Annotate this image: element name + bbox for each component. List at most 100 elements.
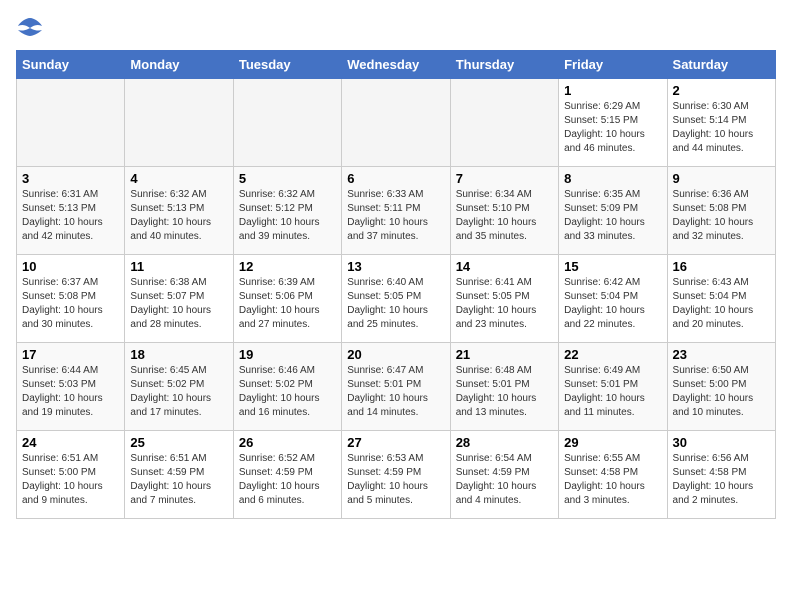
day-number: 21 <box>456 347 553 362</box>
calendar-week-row: 17 Sunrise: 6:44 AM Sunset: 5:03 PM Dayli… <box>17 343 776 431</box>
day-info: Sunrise: 6:56 AM Sunset: 4:58 PM Dayligh… <box>673 452 770 508</box>
calendar-cell: 19 Sunrise: 6:46 AM Sunset: 5:02 PM Dayli… <box>233 343 341 431</box>
column-header-tuesday: Tuesday <box>233 51 341 79</box>
calendar-cell: 12 Sunrise: 6:39 AM Sunset: 5:06 PM Dayli… <box>233 255 341 343</box>
day-info: Sunrise: 6:55 AM Sunset: 4:58 PM Dayligh… <box>564 452 661 508</box>
day-info: Sunrise: 6:43 AM Sunset: 5:04 PM Dayligh… <box>673 276 770 332</box>
day-number: 26 <box>239 435 336 450</box>
column-header-sunday: Sunday <box>17 51 125 79</box>
calendar-cell: 18Sunrise: 6:45 AM Sunset: 5:02 PM Dayli… <box>125 343 233 431</box>
calendar-table: SundayMondayTuesdayWednesdayThursdayFrid… <box>16 50 776 519</box>
calendar-cell: 29Sunrise: 6:55 AM Sunset: 4:58 PM Dayli… <box>559 431 667 519</box>
day-info: Sunrise: 6:42 AM Sunset: 5:04 PM Dayligh… <box>564 276 661 332</box>
day-number: 11 <box>130 259 227 274</box>
day-number: 8 <box>564 171 661 186</box>
calendar-week-row: 3 Sunrise: 6:31 AM Sunset: 5:13 PM Daylig… <box>17 167 776 255</box>
calendar-cell: 26 Sunrise: 6:52 AM Sunset: 4:59 PM Dayli… <box>233 431 341 519</box>
day-number: 15 <box>564 259 661 274</box>
calendar-week-row: 1 Sunrise: 6:29 AM Sunset: 5:15 PM Daylig… <box>17 79 776 167</box>
day-info: Sunrise: 6:35 AM Sunset: 5:09 PM Dayligh… <box>564 188 661 244</box>
header <box>16 16 776 38</box>
day-number: 1 <box>564 83 661 98</box>
day-info: Sunrise: 6:32 AM Sunset: 5:12 PM Dayligh… <box>239 188 336 244</box>
day-info: Sunrise: 6:33 AM Sunset: 5:11 PM Dayligh… <box>347 188 444 244</box>
day-number: 16 <box>673 259 770 274</box>
calendar-cell: 21 Sunrise: 6:48 AM Sunset: 5:01 PM Dayli… <box>450 343 558 431</box>
day-info: Sunrise: 6:46 AM Sunset: 5:02 PM Dayligh… <box>239 364 336 420</box>
day-info: Sunrise: 6:39 AM Sunset: 5:06 PM Dayligh… <box>239 276 336 332</box>
calendar-cell <box>17 79 125 167</box>
calendar-cell: 13 Sunrise: 6:40 AM Sunset: 5:05 PM Dayli… <box>342 255 450 343</box>
day-info: Sunrise: 6:31 AM Sunset: 5:13 PM Dayligh… <box>22 188 119 244</box>
calendar-week-row: 10Sunrise: 6:37 AM Sunset: 5:08 PM Dayli… <box>17 255 776 343</box>
day-info: Sunrise: 6:40 AM Sunset: 5:05 PM Dayligh… <box>347 276 444 332</box>
calendar-cell: 16 Sunrise: 6:43 AM Sunset: 5:04 PM Dayli… <box>667 255 775 343</box>
calendar-cell <box>125 79 233 167</box>
day-info: Sunrise: 6:38 AM Sunset: 5:07 PM Dayligh… <box>130 276 227 332</box>
calendar-cell: 30 Sunrise: 6:56 AM Sunset: 4:58 PM Dayli… <box>667 431 775 519</box>
calendar-cell: 1 Sunrise: 6:29 AM Sunset: 5:15 PM Daylig… <box>559 79 667 167</box>
calendar-cell: 27 Sunrise: 6:53 AM Sunset: 4:59 PM Dayli… <box>342 431 450 519</box>
calendar-cell <box>450 79 558 167</box>
calendar-cell: 5Sunrise: 6:32 AM Sunset: 5:12 PM Daylig… <box>233 167 341 255</box>
column-header-monday: Monday <box>125 51 233 79</box>
calendar-cell: 15 Sunrise: 6:42 AM Sunset: 5:04 PM Dayli… <box>559 255 667 343</box>
calendar-cell: 6 Sunrise: 6:33 AM Sunset: 5:11 PM Daylig… <box>342 167 450 255</box>
day-info: Sunrise: 6:53 AM Sunset: 4:59 PM Dayligh… <box>347 452 444 508</box>
day-number: 3 <box>22 171 119 186</box>
day-number: 7 <box>456 171 553 186</box>
calendar-cell: 24 Sunrise: 6:51 AM Sunset: 5:00 PM Dayli… <box>17 431 125 519</box>
day-info: Sunrise: 6:32 AM Sunset: 5:13 PM Dayligh… <box>130 188 227 244</box>
calendar-cell: 8 Sunrise: 6:35 AM Sunset: 5:09 PM Daylig… <box>559 167 667 255</box>
day-number: 25 <box>130 435 227 450</box>
day-number: 14 <box>456 259 553 274</box>
day-number: 30 <box>673 435 770 450</box>
calendar-cell: 23 Sunrise: 6:50 AM Sunset: 5:00 PM Dayli… <box>667 343 775 431</box>
calendar-header-row: SundayMondayTuesdayWednesdayThursdayFrid… <box>17 51 776 79</box>
day-number: 20 <box>347 347 444 362</box>
calendar-cell: 20 Sunrise: 6:47 AM Sunset: 5:01 PM Dayli… <box>342 343 450 431</box>
column-header-thursday: Thursday <box>450 51 558 79</box>
calendar-cell: 14 Sunrise: 6:41 AM Sunset: 5:05 PM Dayli… <box>450 255 558 343</box>
day-number: 27 <box>347 435 444 450</box>
calendar-cell: 7 Sunrise: 6:34 AM Sunset: 5:10 PM Daylig… <box>450 167 558 255</box>
day-number: 23 <box>673 347 770 362</box>
day-number: 17 <box>22 347 119 362</box>
day-info: Sunrise: 6:51 AM Sunset: 5:00 PM Dayligh… <box>22 452 119 508</box>
calendar-cell: 28 Sunrise: 6:54 AM Sunset: 4:59 PM Dayli… <box>450 431 558 519</box>
day-info: Sunrise: 6:49 AM Sunset: 5:01 PM Dayligh… <box>564 364 661 420</box>
column-header-friday: Friday <box>559 51 667 79</box>
calendar-week-row: 24 Sunrise: 6:51 AM Sunset: 5:00 PM Dayli… <box>17 431 776 519</box>
calendar-body: 1 Sunrise: 6:29 AM Sunset: 5:15 PM Daylig… <box>17 79 776 519</box>
calendar-cell: 22Sunrise: 6:49 AM Sunset: 5:01 PM Dayli… <box>559 343 667 431</box>
day-info: Sunrise: 6:44 AM Sunset: 5:03 PM Dayligh… <box>22 364 119 420</box>
day-number: 4 <box>130 171 227 186</box>
day-number: 10 <box>22 259 119 274</box>
day-info: Sunrise: 6:41 AM Sunset: 5:05 PM Dayligh… <box>456 276 553 332</box>
day-number: 13 <box>347 259 444 274</box>
calendar-cell: 17 Sunrise: 6:44 AM Sunset: 5:03 PM Dayli… <box>17 343 125 431</box>
day-info: Sunrise: 6:36 AM Sunset: 5:08 PM Dayligh… <box>673 188 770 244</box>
day-info: Sunrise: 6:48 AM Sunset: 5:01 PM Dayligh… <box>456 364 553 420</box>
day-info: Sunrise: 6:54 AM Sunset: 4:59 PM Dayligh… <box>456 452 553 508</box>
day-info: Sunrise: 6:52 AM Sunset: 4:59 PM Dayligh… <box>239 452 336 508</box>
day-info: Sunrise: 6:50 AM Sunset: 5:00 PM Dayligh… <box>673 364 770 420</box>
calendar-cell: 9Sunrise: 6:36 AM Sunset: 5:08 PM Daylig… <box>667 167 775 255</box>
day-info: Sunrise: 6:29 AM Sunset: 5:15 PM Dayligh… <box>564 100 661 156</box>
day-info: Sunrise: 6:47 AM Sunset: 5:01 PM Dayligh… <box>347 364 444 420</box>
column-header-saturday: Saturday <box>667 51 775 79</box>
calendar-cell: 10Sunrise: 6:37 AM Sunset: 5:08 PM Dayli… <box>17 255 125 343</box>
day-number: 2 <box>673 83 770 98</box>
day-number: 12 <box>239 259 336 274</box>
day-info: Sunrise: 6:30 AM Sunset: 5:14 PM Dayligh… <box>673 100 770 156</box>
day-info: Sunrise: 6:34 AM Sunset: 5:10 PM Dayligh… <box>456 188 553 244</box>
day-number: 24 <box>22 435 119 450</box>
calendar-cell: 11 Sunrise: 6:38 AM Sunset: 5:07 PM Dayli… <box>125 255 233 343</box>
column-header-wednesday: Wednesday <box>342 51 450 79</box>
calendar-cell: 4 Sunrise: 6:32 AM Sunset: 5:13 PM Daylig… <box>125 167 233 255</box>
day-number: 28 <box>456 435 553 450</box>
day-number: 19 <box>239 347 336 362</box>
calendar-cell: 25 Sunrise: 6:51 AM Sunset: 4:59 PM Dayli… <box>125 431 233 519</box>
day-info: Sunrise: 6:51 AM Sunset: 4:59 PM Dayligh… <box>130 452 227 508</box>
day-number: 6 <box>347 171 444 186</box>
